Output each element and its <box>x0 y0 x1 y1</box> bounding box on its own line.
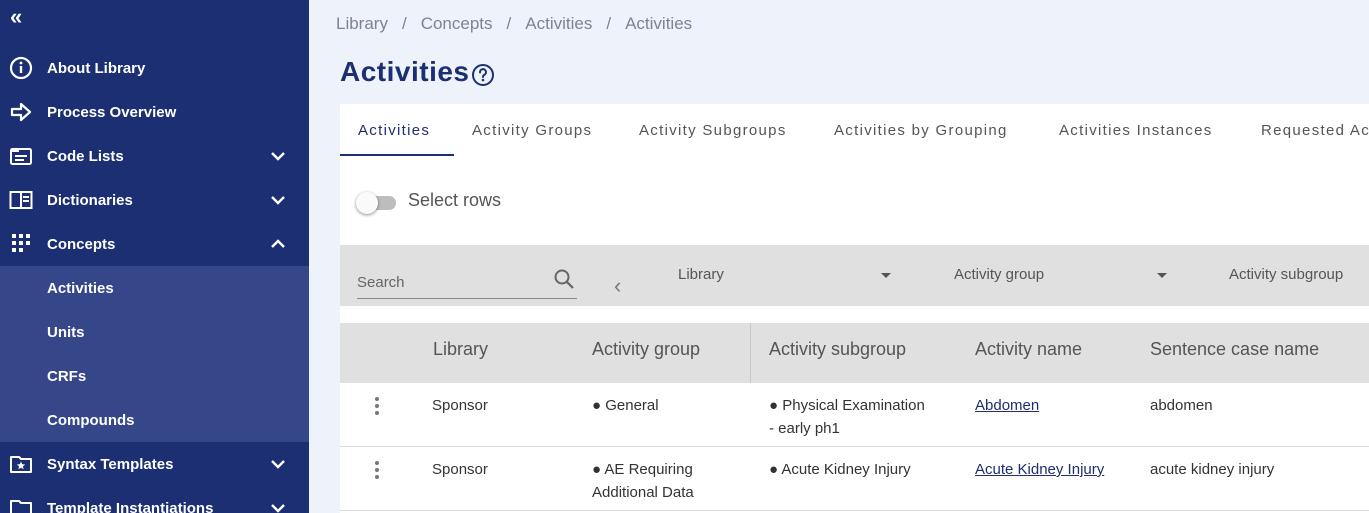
sidebar-subitem-label: Compounds <box>47 411 135 429</box>
breadcrumb-separator: / <box>401 14 407 33</box>
search-icon[interactable] <box>553 268 575 290</box>
row-actions-icon[interactable] <box>374 396 380 416</box>
sidebar-item-label: Dictionaries <box>47 191 133 209</box>
column-header-activity-group[interactable]: Activity group <box>592 339 700 360</box>
list-box-icon <box>8 144 34 168</box>
sidebar-subitem-label: CRFs <box>47 367 87 385</box>
cell-library: Sponsor <box>432 461 488 478</box>
chevron-up-icon[interactable] <box>268 234 288 254</box>
search-placeholder: Search <box>357 274 405 291</box>
sidebar-subitem-units[interactable]: Units <box>0 310 309 354</box>
dropdown-arrow-icon <box>881 273 891 278</box>
sidebar-item-label: Concepts <box>47 235 116 253</box>
activity-group-filter[interactable]: Activity group <box>954 266 1168 292</box>
column-header-sentence-case-name[interactable]: Sentence case name <box>1150 339 1319 360</box>
cell-activity-subgroup: ● Physical Examination - early ph1 <box>769 394 925 440</box>
tab-activity-subgroups[interactable]: Activity Subgroups <box>639 122 787 139</box>
cell-sentence-case-name: acute kidney injury <box>1150 461 1275 478</box>
breadcrumb-item[interactable]: Activities <box>525 14 592 34</box>
tab-activity-groups[interactable]: Activity Groups <box>472 122 592 139</box>
folder-icon <box>8 496 34 513</box>
sidebar-item-concepts[interactable]: Concepts <box>0 222 309 266</box>
active-tab-indicator <box>340 154 454 156</box>
sidebar-item-label: Process Overview <box>47 103 177 121</box>
cell-library: Sponsor <box>432 397 488 414</box>
activity-name-link[interactable]: Abdomen <box>975 394 1039 417</box>
cell-line: ● AE Requiring <box>592 461 693 478</box>
sidebar-subitem-label: Activities <box>47 279 114 297</box>
book-open-icon <box>8 188 34 212</box>
filter-scroll-left-button[interactable]: ‹ <box>614 273 621 299</box>
table-row: Sponsor ● General ● Physical Examination… <box>340 383 1369 447</box>
column-divider[interactable] <box>750 323 751 383</box>
sidebar-subitem-activities[interactable]: Activities <box>0 266 309 310</box>
sidebar-subitem-label: Units <box>47 323 85 341</box>
sidebar-item-label: Template Instantiations <box>47 499 214 513</box>
activity-name-link[interactable]: Acute Kidney Injury <box>975 458 1104 481</box>
sidebar-item-code-lists[interactable]: Code Lists <box>0 134 309 178</box>
cell-line: - early ph1 <box>769 420 840 437</box>
chevron-down-icon[interactable] <box>268 146 288 166</box>
breadcrumb-separator: / <box>506 14 512 33</box>
sidebar-item-process-overview[interactable]: Process Overview <box>0 90 309 134</box>
filter-bar: Search ‹ Library Activity group Activity… <box>340 245 1369 306</box>
library-filter-label: Library <box>678 266 724 283</box>
chevron-down-icon[interactable] <box>268 498 288 513</box>
select-rows-toggle[interactable] <box>356 190 400 214</box>
tab-requested-activities[interactable]: Requested Ac <box>1261 122 1369 139</box>
page-title: Activities <box>340 56 470 87</box>
column-header-library[interactable]: Library <box>433 339 488 360</box>
arrow-right-icon <box>8 100 34 124</box>
column-header-activity-subgroup[interactable]: Activity subgroup <box>769 339 906 360</box>
sidebar-item-label: Syntax Templates <box>47 455 174 473</box>
toggle-knob <box>356 192 378 214</box>
sidebar-item-dictionaries[interactable]: Dictionaries <box>0 178 309 222</box>
dropdown-arrow-icon <box>1157 273 1167 278</box>
sidebar-item-template-instantiations[interactable]: Template Instantiations <box>0 486 309 513</box>
sidebar-item-label: Code Lists <box>47 147 124 165</box>
star-folder-icon <box>8 452 34 476</box>
column-header-activity-name[interactable]: Activity name <box>975 339 1082 360</box>
chevron-down-icon[interactable] <box>268 190 288 210</box>
table-row: Sponsor ● AE Requiring Additional Data ●… <box>340 447 1369 511</box>
sidebar-item-about-library[interactable]: About Library <box>0 46 309 90</box>
info-icon <box>8 56 34 80</box>
main-content: Library / Concepts / Activities / Activi… <box>309 0 1369 513</box>
search-input[interactable]: Search <box>357 267 577 299</box>
cell-activity-subgroup: ● Acute Kidney Injury <box>769 461 911 478</box>
row-actions-icon[interactable] <box>374 460 380 480</box>
library-filter[interactable]: Library <box>678 266 892 292</box>
collapse-sidebar-button[interactable]: « <box>10 6 34 30</box>
concepts-submenu: Activities Units CRFs Compounds <box>0 266 309 442</box>
sidebar-subitem-compounds[interactable]: Compounds <box>0 398 309 442</box>
breadcrumb: Library / Concepts / Activities / Activi… <box>336 14 692 34</box>
sidebar-subitem-crfs[interactable]: CRFs <box>0 354 309 398</box>
activity-subgroup-filter-label: Activity subgroup <box>1229 266 1344 283</box>
sidebar-item-label: About Library <box>47 59 146 77</box>
cell-activity-group: ● General <box>592 397 659 414</box>
activities-card: Activities Activity Groups Activity Subg… <box>340 104 1369 513</box>
hierarchy-icon <box>8 232 34 256</box>
select-rows-label: Select rows <box>408 190 502 210</box>
cell-activity-group: ● AE Requiring Additional Data <box>592 458 694 504</box>
activity-subgroup-filter[interactable]: Activity subgroup <box>1229 266 1369 292</box>
tab-bar: Activities Activity Groups Activity Subg… <box>340 104 1369 157</box>
tab-activities-by-grouping[interactable]: Activities by Grouping <box>834 122 1008 139</box>
cell-sentence-case-name: abdomen <box>1150 397 1213 414</box>
breadcrumb-item[interactable]: Concepts <box>421 14 493 34</box>
tab-activities[interactable]: Activities <box>358 122 430 139</box>
sidebar-item-syntax-templates[interactable]: Syntax Templates <box>0 442 309 486</box>
cell-line: ● Physical Examination <box>769 397 925 414</box>
breadcrumb-item[interactable]: Library <box>336 14 388 34</box>
tab-activities-instances[interactable]: Activities Instances <box>1059 122 1213 139</box>
activity-group-filter-label: Activity group <box>954 266 1045 283</box>
breadcrumb-separator: / <box>606 14 612 33</box>
sidebar: « About Library Process Overview Code Li… <box>0 0 309 513</box>
cell-line: Additional Data <box>592 484 694 501</box>
table-header: Library Activity group Activity subgroup… <box>340 323 1369 383</box>
chevron-down-icon[interactable] <box>268 454 288 474</box>
breadcrumb-item: Activities <box>625 14 693 33</box>
help-icon[interactable] <box>471 63 495 87</box>
